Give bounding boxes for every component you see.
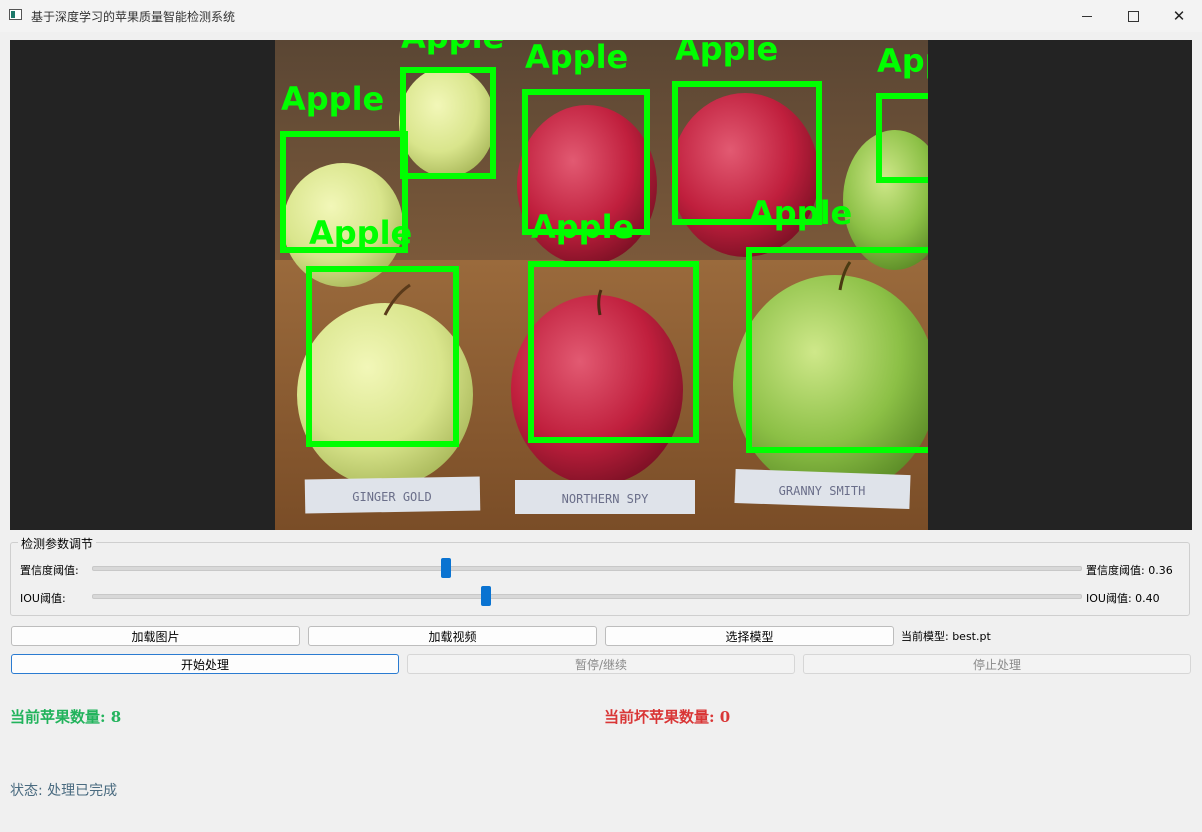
detection-label: Apple: [525, 40, 628, 76]
start-processing-button[interactable]: 开始处理: [11, 654, 399, 674]
title-bar: 基于深度学习的苹果质量智能检测系统 ✕: [0, 0, 1202, 32]
confidence-slider-handle[interactable]: [441, 558, 451, 578]
iou-value: IOU阈值: 0.40: [1086, 592, 1160, 605]
params-group-title: 检测参数调节: [18, 535, 97, 552]
detection-label: Apple: [309, 214, 412, 252]
detection-display: GINGER GOLD NORTHERN SPY GRANNY SMITH Ap…: [10, 40, 1192, 530]
current-model-label: 当前模型: best.pt: [901, 630, 991, 643]
status-text: 状态: 处理已完成: [10, 783, 118, 799]
iou-label: IOU阈值:: [20, 592, 66, 605]
maximize-button[interactable]: [1110, 0, 1156, 32]
window-title: 基于深度学习的苹果质量智能检测系统: [31, 10, 236, 24]
detection-label: Apple: [749, 194, 852, 232]
detection-image: GINGER GOLD NORTHERN SPY GRANNY SMITH Ap…: [275, 40, 928, 530]
confidence-label: 置信度阈值:: [20, 564, 79, 577]
pause-resume-button[interactable]: 暂停/继续: [407, 654, 795, 674]
confidence-slider-track[interactable]: [92, 566, 1082, 571]
apple-count: 当前苹果数量: 8: [10, 708, 122, 726]
params-group: [10, 542, 1190, 616]
app-icon: [9, 9, 22, 20]
close-button[interactable]: ✕: [1156, 0, 1202, 32]
bad-apple-count: 当前坏苹果数量: 0: [604, 708, 731, 726]
name-tag-1: GINGER GOLD: [352, 490, 431, 504]
detection-label: Apple: [877, 42, 928, 80]
detection-label: Apple: [531, 208, 634, 246]
load-image-button[interactable]: 加载图片: [11, 626, 300, 646]
name-tag-2: NORTHERN SPY: [562, 492, 649, 506]
detection-label: Apple: [401, 40, 504, 56]
detection-label: Apple: [675, 40, 778, 68]
stop-processing-button[interactable]: 停止处理: [803, 654, 1191, 674]
minimize-icon: [1082, 15, 1092, 17]
iou-slider-handle[interactable]: [481, 586, 491, 606]
iou-slider-track[interactable]: [92, 594, 1082, 599]
detection-label: Apple: [281, 80, 384, 118]
minimize-button[interactable]: [1064, 0, 1110, 32]
detection-image-canvas: GINGER GOLD NORTHERN SPY GRANNY SMITH Ap…: [275, 40, 928, 530]
confidence-value: 置信度阈值: 0.36: [1086, 564, 1173, 577]
load-video-button[interactable]: 加载视频: [308, 626, 597, 646]
select-model-button[interactable]: 选择模型: [605, 626, 894, 646]
close-icon: ✕: [1172, 6, 1186, 25]
maximize-icon: [1127, 10, 1139, 22]
name-tag-3: GRANNY SMITH: [779, 484, 866, 498]
